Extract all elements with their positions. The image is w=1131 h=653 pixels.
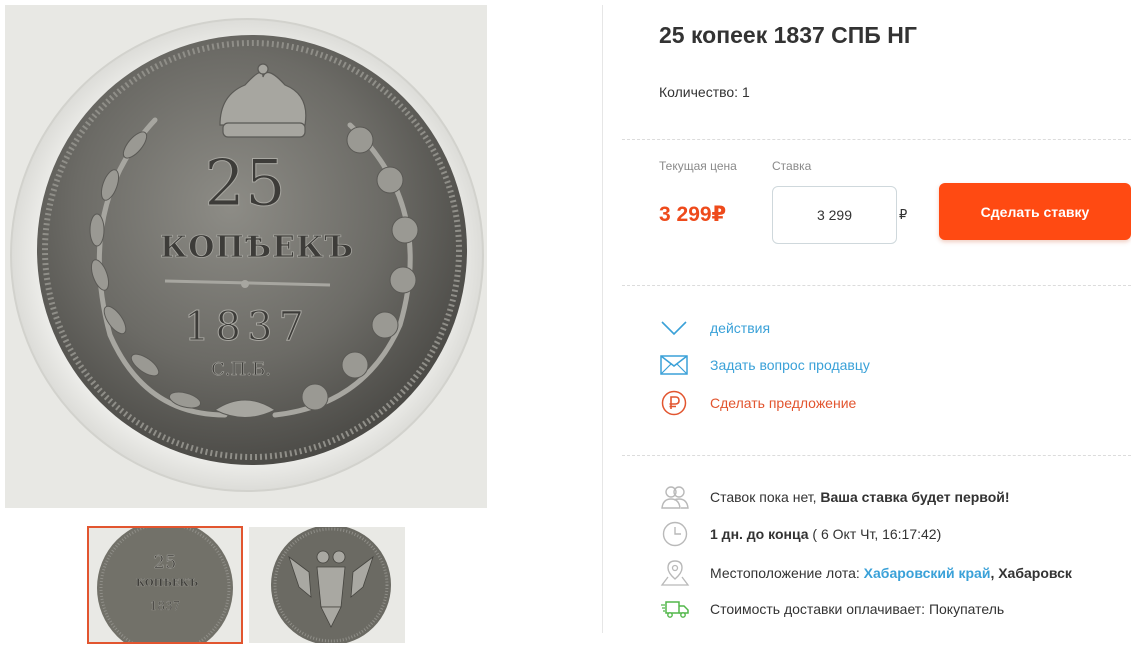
lot-location: Местоположение лота: Хабаровский край, Х… [659,559,1072,587]
actions-dropdown[interactable]: действия [659,315,770,341]
location-city: , Хабаровск [990,565,1072,581]
clock-icon [659,520,691,548]
chevron-down-icon [659,315,689,341]
thumbnail-obverse[interactable] [249,527,405,643]
make-offer-link[interactable]: Сделать предложение [659,390,856,416]
ask-seller-link[interactable]: Задать вопрос продавцу [659,352,870,378]
time-left-bold: 1 дн. до конца [710,526,809,542]
actions-label: действия [710,320,771,336]
bid-amount-input[interactable] [772,186,897,244]
bid-currency-symbol: ₽ [899,207,908,222]
coin-mint-text: С.П.Б. [211,359,271,380]
svg-text:1837: 1837 [150,599,181,613]
bids-text: Ставок пока нет, [710,489,821,505]
current-price-label: Текущая цена [659,159,737,173]
main-lot-photo[interactable]: 25 КОПѢЕКЪ 1837 С.П.Б. [5,5,487,508]
svg-text:КОПѢЕКЪ: КОПѢЕКЪ [136,578,199,589]
bids-status: Ставок пока нет, Ваша ставка будет перво… [659,483,1010,511]
shipping-text: Стоимость доставки оплачивает: Покупател… [710,601,1005,617]
thumbnail-reverse[interactable]: 25 КОПѢЕКЪ 1837 [87,526,243,644]
location-region-link[interactable]: Хабаровский край [864,565,991,581]
column-divider [602,5,603,633]
envelope-icon [659,352,689,378]
ask-seller-label: Задать вопрос продавцу [710,357,870,373]
bid-label: Ставка [772,159,812,173]
bids-first-text: Ваша ставка будет первой! [820,489,1010,505]
current-price-value: 3 299₽ [659,203,727,226]
map-pin-icon [659,559,691,587]
ruble-circle-icon [659,390,689,416]
coin-value-text: 25 [204,147,285,221]
separator [622,285,1131,286]
coin-word-text: КОПѢЕКЪ [160,230,354,265]
lot-quantity: Количество: 1 [659,84,750,100]
make-offer-label: Сделать предложение [710,395,857,411]
time-left: 1 дн. до конца ( 6 Окт Чт, 16:17:42) [659,520,941,548]
shipping-info: Стоимость доставки оплачивает: Покупател… [659,595,1004,623]
place-bid-button[interactable]: Сделать ставку [939,183,1131,240]
users-icon [659,483,691,511]
location-label: Местоположение лота: [710,565,864,581]
time-left-end: ( 6 Окт Чт, 16:17:42) [808,526,942,542]
lot-title: 25 копеек 1837 СПБ НГ [659,22,917,48]
delivery-truck-icon [659,595,691,623]
separator [622,139,1131,140]
coin-year-text: 1837 [184,304,310,350]
separator [622,455,1131,456]
svg-text:25: 25 [154,552,177,573]
